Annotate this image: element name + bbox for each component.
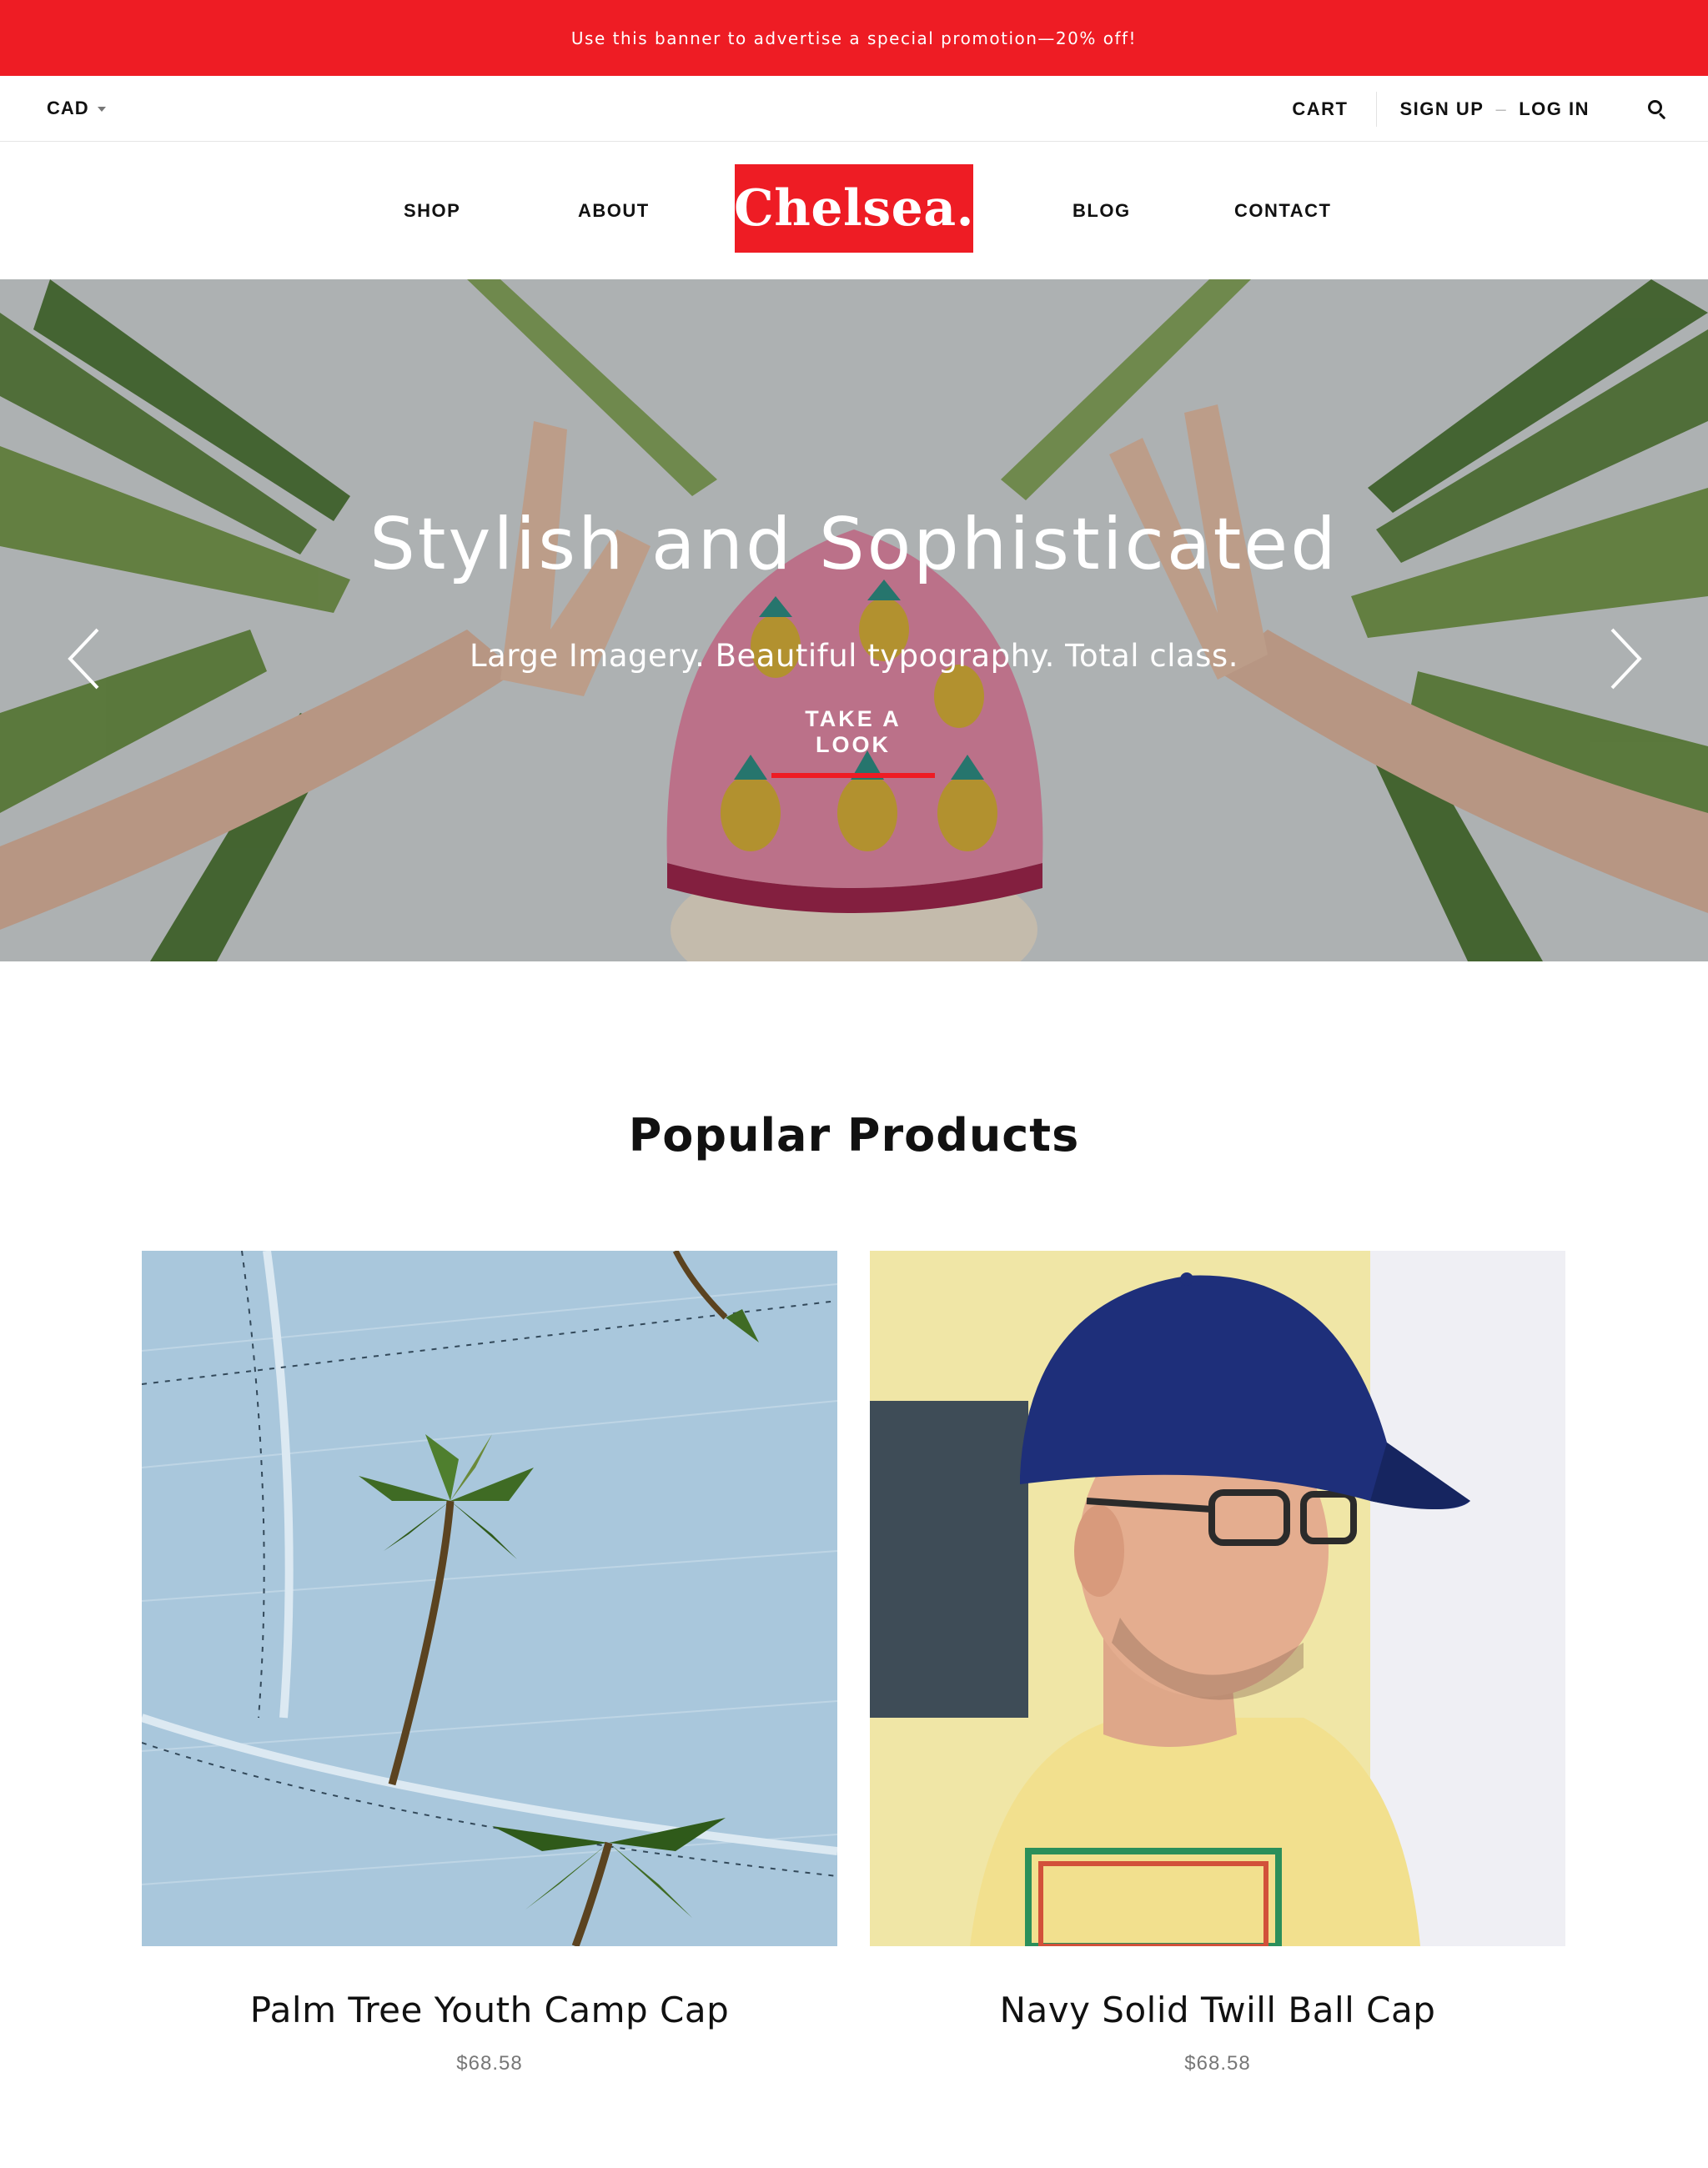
divider — [1375, 91, 1377, 127]
product-card[interactable]: Navy Solid Twill Ball Cap $68.58 — [870, 1251, 1565, 2075]
sign-up-link[interactable]: SIGN UP — [1400, 98, 1484, 120]
nav-item-about[interactable]: ABOUT — [578, 200, 650, 222]
main-nav: SHOP ABOUT Chelsea. BLOG CONTACT — [0, 142, 1708, 279]
site-logo[interactable]: Chelsea. — [733, 164, 975, 253]
account-links: CART SIGN UP – LOG IN — [1292, 76, 1668, 142]
product-image[interactable] — [870, 1251, 1565, 1946]
logo-text: Chelsea. — [733, 179, 975, 238]
nav-item-contact[interactable]: CONTACT — [1234, 200, 1331, 222]
hero-subtitle: Large Imagery. Beautiful typography. Tot… — [470, 638, 1238, 674]
promo-text: Use this banner to advertise a special p… — [570, 28, 1138, 48]
search-icon[interactable] — [1646, 98, 1668, 120]
take-a-look-button[interactable]: TAKE A LOOK — [771, 706, 935, 778]
section-title: Popular Products — [628, 1109, 1080, 1162]
product-price: $68.58 — [456, 2052, 523, 2075]
product-name[interactable]: Navy Solid Twill Ball Cap — [870, 1990, 1565, 2030]
hero-slideshow: Stylish and Sophisticated Large Imagery.… — [0, 279, 1708, 961]
cart-link[interactable]: CART — [1292, 98, 1348, 120]
nav-item-blog[interactable]: BLOG — [1073, 200, 1131, 222]
promo-banner: Use this banner to advertise a special p… — [0, 0, 1708, 76]
link-separator: – — [1495, 98, 1508, 119]
log-in-link[interactable]: LOG IN — [1519, 98, 1590, 120]
currency-label: CAD — [47, 98, 89, 118]
product-name[interactable]: Palm Tree Youth Camp Cap — [142, 1990, 837, 2030]
nav-item-shop[interactable]: SHOP — [404, 200, 460, 222]
hero-title: Stylish and Sophisticated — [369, 503, 1339, 586]
utility-bar: CAD CART SIGN UP – LOG IN — [0, 76, 1708, 142]
product-price: $68.58 — [1184, 2052, 1251, 2075]
hero-overlay — [0, 279, 1708, 961]
product-card[interactable]: Palm Tree Youth Camp Cap $68.58 — [142, 1251, 837, 2075]
currency-selector[interactable]: CAD — [47, 98, 106, 119]
caret-down-icon — [97, 107, 106, 112]
product-image[interactable] — [142, 1251, 837, 1946]
